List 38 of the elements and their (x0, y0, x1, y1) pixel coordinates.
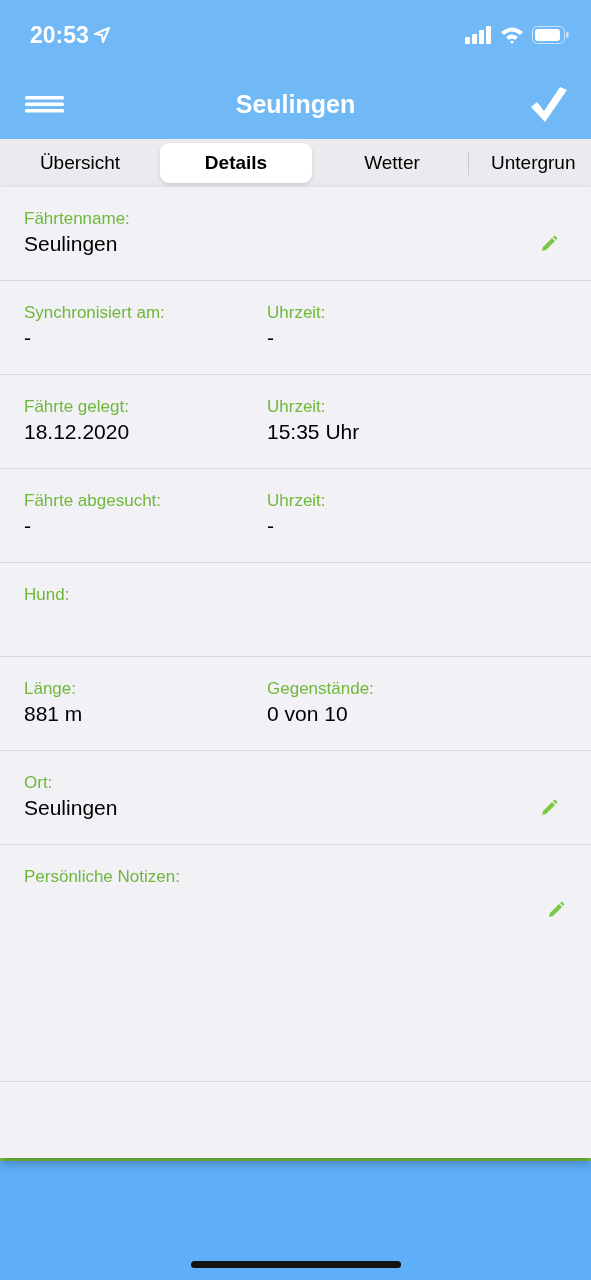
pencil-icon[interactable] (540, 799, 558, 817)
pencil-icon[interactable] (547, 901, 565, 919)
field-label: Synchronisiert am: (24, 302, 165, 324)
screen-title: Seulingen (235, 90, 356, 119)
home-indicator[interactable] (190, 1261, 401, 1268)
field-label: Uhrzeit: (267, 302, 326, 324)
signal-icon (465, 26, 492, 44)
field-value: 0 von 10 (267, 701, 348, 727)
checkmark-icon[interactable] (531, 87, 567, 122)
field-label: Länge: (24, 678, 76, 700)
field-value: - (267, 325, 274, 351)
field-label: Uhrzeit: (267, 490, 326, 512)
tab[interactable]: Übersicht (4, 143, 156, 183)
field-label: Fährte abgesucht: (24, 490, 162, 512)
field-value: - (24, 513, 31, 539)
field-label: Ort: (24, 772, 53, 794)
field-label: Fährte gelegt: (24, 396, 129, 418)
field-label: Hund: (24, 584, 70, 606)
field-label: Gegenstände: (267, 678, 374, 700)
clock-time: 20:53 (30, 21, 89, 49)
tab[interactable]: Wetter (316, 143, 468, 183)
field-value: - (267, 513, 274, 539)
field-value: 881 m (24, 701, 83, 727)
field-label: Uhrzeit: (267, 396, 326, 418)
location-arrow-icon (93, 27, 110, 43)
wifi-icon (500, 26, 524, 44)
tab[interactable]: Details (160, 143, 312, 183)
field-label: Persönliche Notizen: (24, 866, 180, 888)
field-label: Fährtenname: (24, 208, 130, 230)
battery-icon (532, 26, 569, 44)
field-value: Seulingen (24, 231, 118, 257)
field-value: 15:35 Uhr (267, 419, 360, 445)
pencil-icon[interactable] (540, 235, 558, 253)
field-value: 18.12.2020 (24, 419, 130, 445)
field-value: - (24, 325, 31, 351)
tab[interactable]: Untergrun (469, 143, 576, 183)
menu-icon[interactable] (25, 96, 64, 113)
field-value: Seulingen (24, 795, 118, 821)
